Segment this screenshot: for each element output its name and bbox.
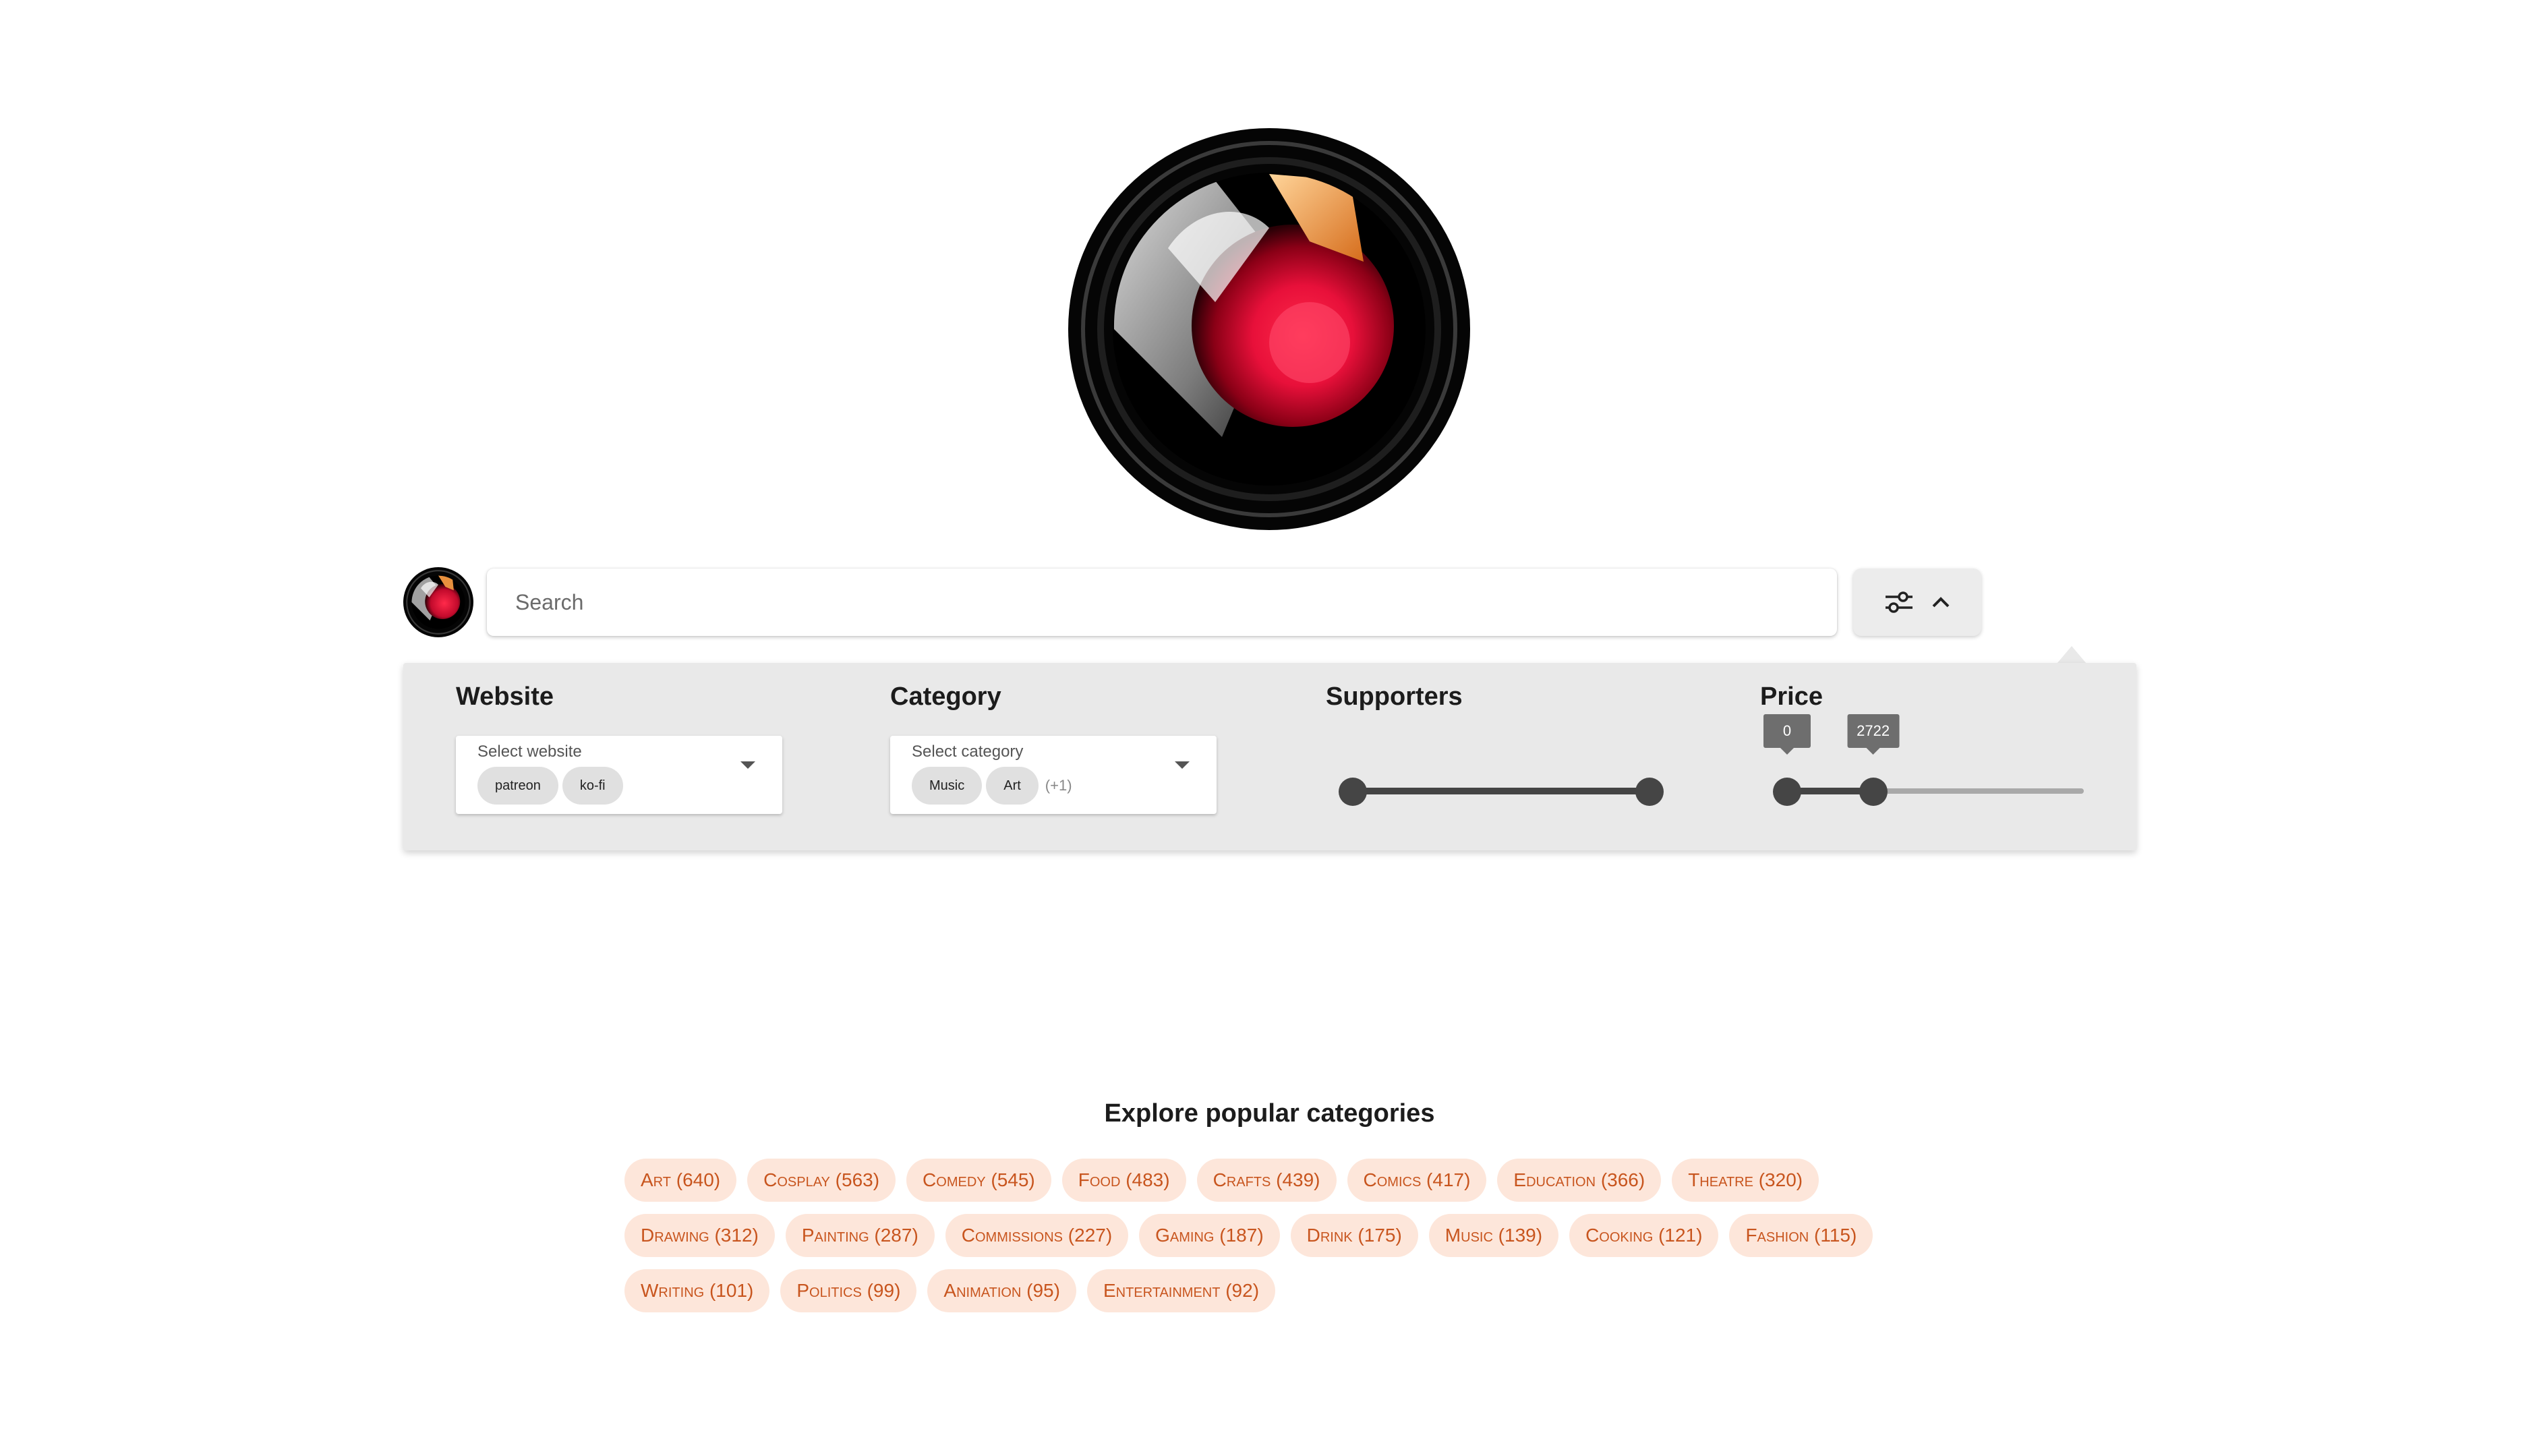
category-filter-title: Category [890, 682, 1001, 711]
website-chip-row: patreon ko-fi [477, 767, 623, 805]
price-min-thumb[interactable] [1773, 778, 1801, 806]
camera-lens-logo-icon [1068, 128, 1470, 530]
category-chip[interactable]: Cosplay (563) [747, 1159, 896, 1202]
price-max-thumb[interactable] [1859, 778, 1888, 806]
category-chip[interactable]: Painting (287) [785, 1214, 935, 1257]
category-chip[interactable]: Theatre (320) [1672, 1159, 1819, 1202]
category-chip[interactable]: Fashion (115) [1729, 1214, 1873, 1257]
category-more-count: (+1) [1045, 777, 1072, 794]
filter-panel: Website Select website patreon ko-fi Cat… [403, 663, 2136, 850]
category-chip[interactable]: Comics (417) [1347, 1159, 1487, 1202]
supporters-filter-title: Supporters [1326, 682, 1463, 711]
website-select[interactable]: Select website patreon ko-fi [456, 736, 782, 814]
category-select[interactable]: Select category Music Art (+1) [890, 736, 1217, 814]
category-chip-music[interactable]: Music [912, 767, 983, 805]
price-filter-title: Price [1760, 682, 1823, 711]
search-input[interactable] [514, 569, 1809, 636]
category-filter: Category Select category Music Art (+1) [890, 682, 1217, 814]
category-chip-list: Art (640) Cosplay (563) Comedy (545) Food (… [624, 1159, 1906, 1312]
category-chip[interactable]: Food (483) [1061, 1159, 1186, 1202]
category-chip-art[interactable]: Art [986, 767, 1039, 805]
website-select-placeholder: Select website [477, 742, 582, 761]
price-max-value-label: 2722 [1847, 714, 1900, 755]
panel-pointer [2057, 646, 2086, 664]
search-field[interactable] [487, 569, 1837, 636]
category-chip[interactable]: Politics (99) [780, 1269, 917, 1312]
explore-categories-heading: Explore popular categories [1104, 1099, 1435, 1128]
dropdown-caret-icon[interactable] [740, 761, 755, 769]
dropdown-caret-icon[interactable] [1175, 761, 1190, 769]
chevron-up-icon [1932, 597, 1950, 608]
category-chip[interactable]: Writing (101) [624, 1269, 770, 1312]
category-chip[interactable]: Entertainment (92) [1086, 1269, 1276, 1312]
category-chip[interactable]: Gaming (187) [1139, 1214, 1280, 1257]
website-chip-patreon[interactable]: patreon [477, 767, 558, 805]
category-chip[interactable]: Comedy (545) [906, 1159, 1051, 1202]
category-chip[interactable]: Crafts (439) [1196, 1159, 1337, 1202]
category-chip[interactable]: Commissions (227) [945, 1214, 1129, 1257]
camera-lens-logo-icon [403, 567, 473, 637]
price-min-value-label: 0 [1763, 714, 1811, 755]
category-chip[interactable]: Cooking (121) [1569, 1214, 1719, 1257]
supporters-max-thumb[interactable] [1635, 778, 1664, 806]
category-select-placeholder: Select category [912, 742, 1024, 761]
category-chip[interactable]: Education (366) [1497, 1159, 1662, 1202]
category-chip[interactable]: Drink (175) [1290, 1214, 1418, 1257]
price-range-slider[interactable]: 0 2722 [1763, 714, 2084, 806]
hero-logo [1067, 127, 1471, 531]
website-filter: Website Select website patreon ko-fi [456, 682, 782, 814]
category-chip[interactable]: Music (139) [1428, 1214, 1559, 1257]
website-filter-title: Website [456, 682, 554, 711]
category-chip[interactable]: Drawing (312) [624, 1214, 775, 1257]
price-filter: Price 0 2722 [1760, 682, 2097, 806]
sliders-icon [1886, 591, 1913, 613]
supporters-range-slider[interactable] [1339, 776, 1664, 806]
category-chip[interactable]: Animation (95) [927, 1269, 1076, 1312]
category-chip-row: Music Art (+1) [912, 767, 1072, 805]
supporters-min-thumb[interactable] [1339, 778, 1367, 806]
filter-toggle-button[interactable] [1853, 569, 1981, 636]
search-bar-row [403, 565, 2136, 639]
supporters-slider-track [1353, 788, 1650, 794]
home-logo-button[interactable] [403, 567, 473, 637]
website-chip-kofi[interactable]: ko-fi [562, 767, 623, 805]
category-chip[interactable]: Art (640) [624, 1159, 737, 1202]
supporters-filter: Supporters [1326, 682, 1664, 806]
